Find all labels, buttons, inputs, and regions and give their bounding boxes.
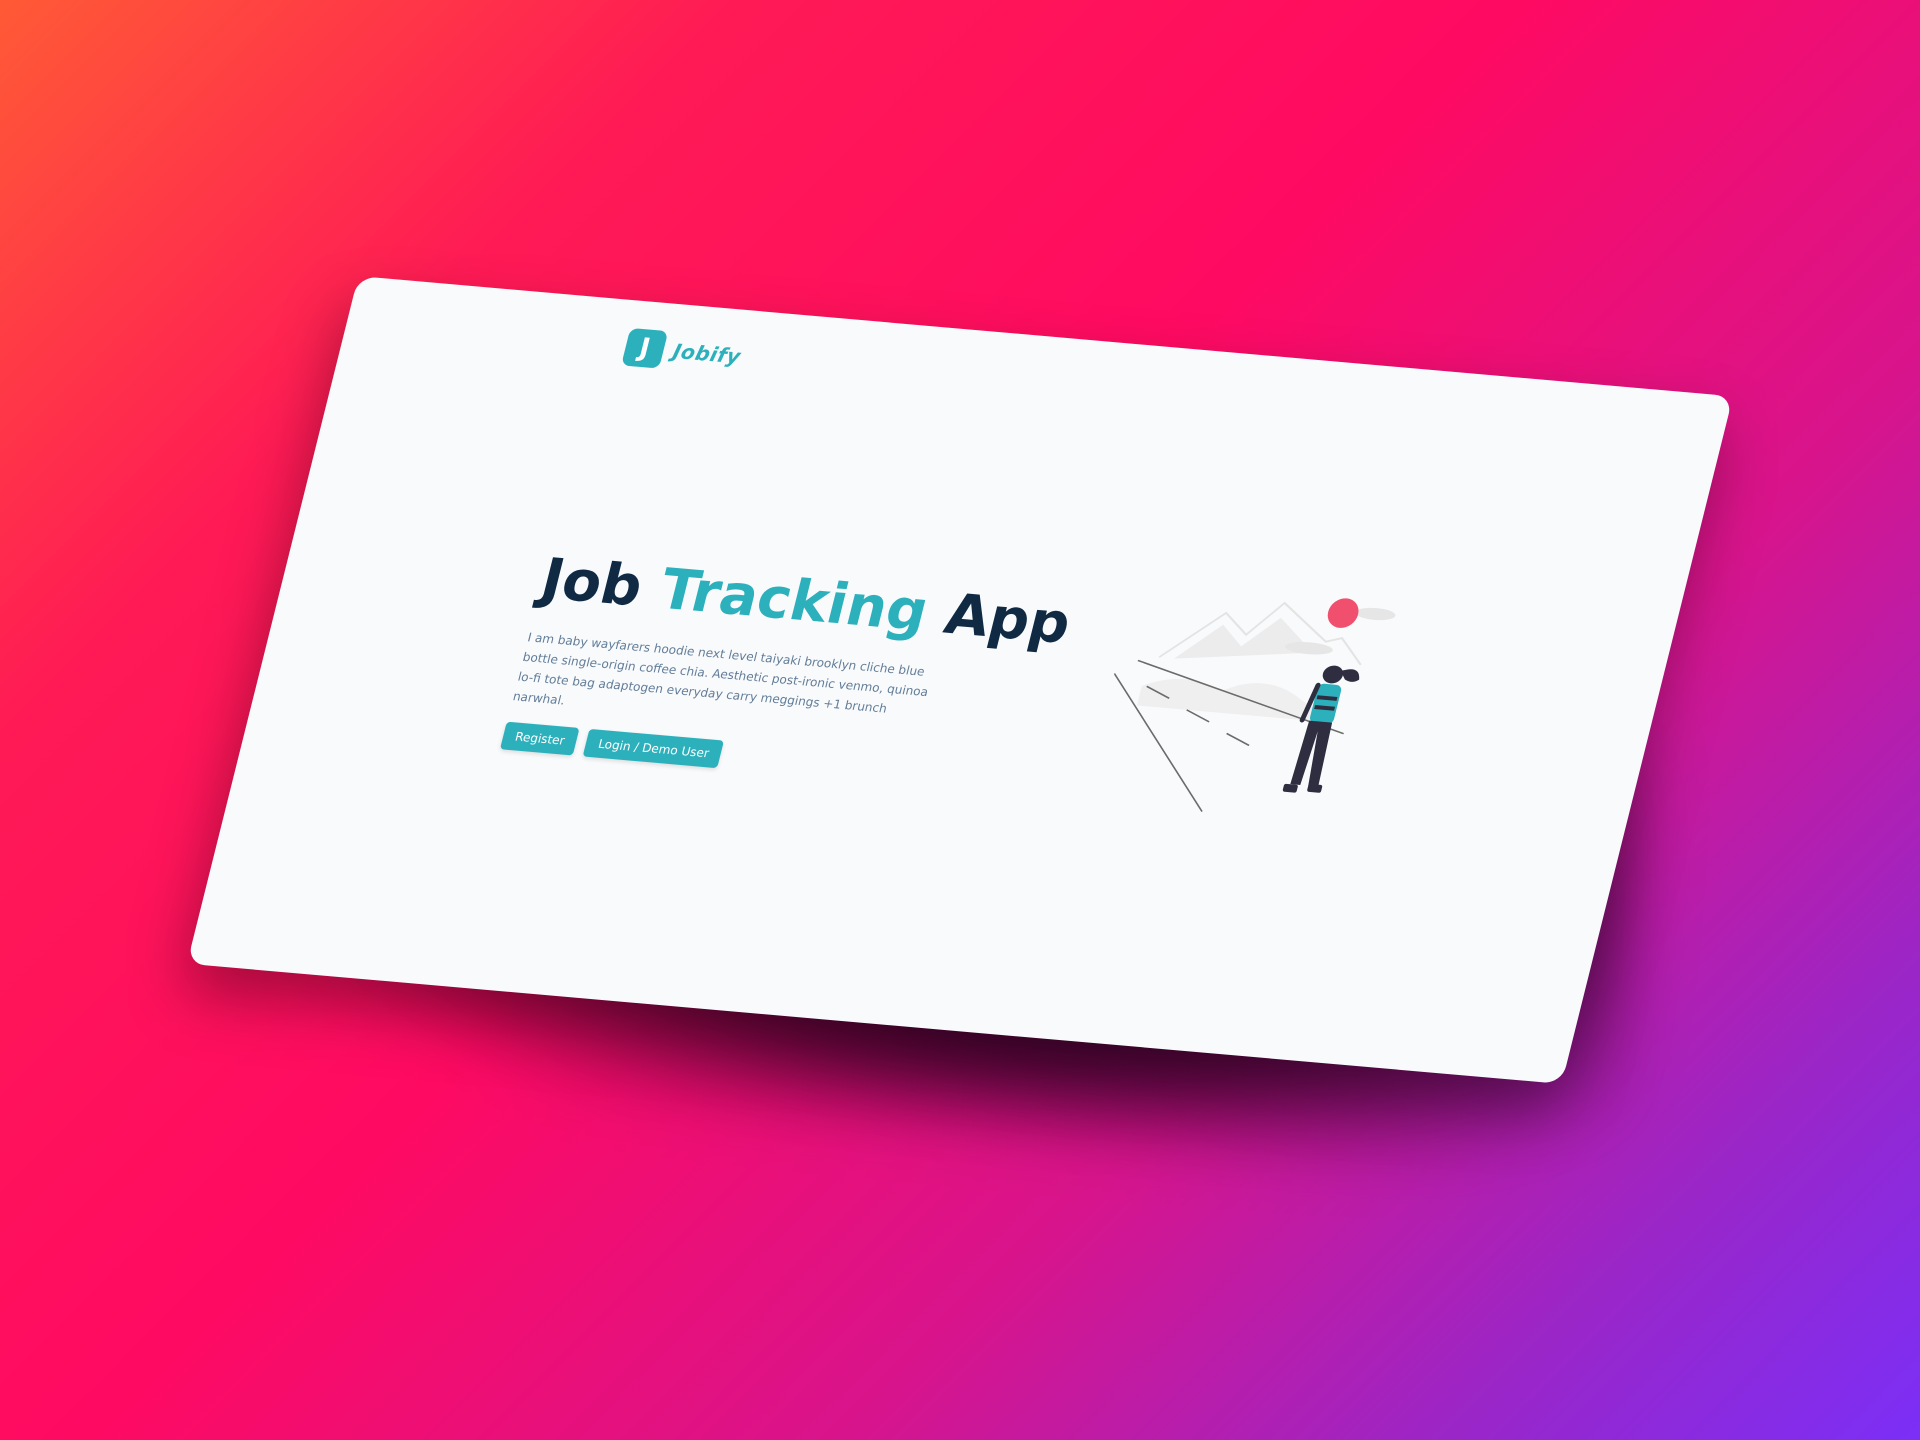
logo-mark-icon: J [621,327,669,369]
logo-text: Jobify [670,338,744,369]
hero-title-accent: Tracking [652,557,935,645]
woman-on-road-illustration-icon [1113,598,1396,813]
login-demo-button[interactable]: Login / Demo User [583,728,725,768]
sun-icon [1327,598,1359,628]
hero-buttons: Register Login / Demo User [500,721,1025,794]
logo[interactable]: J Jobify [621,327,745,375]
landing-page-screen: J Jobify Job Tracking App I am baby wayf… [186,276,1734,1084]
hero-title-part1: Job [534,546,650,620]
woman-figure-icon [1282,665,1360,793]
gradient-backdrop: J Jobify Job Tracking App I am baby wayf… [0,0,1920,1440]
register-button[interactable]: Register [500,721,581,756]
hero-title-part2: App [938,582,1078,657]
hero-description: I am baby wayfarers hoodie next level ta… [511,629,930,716]
hero-section: Job Tracking App I am baby wayfarers hoo… [500,546,1077,794]
